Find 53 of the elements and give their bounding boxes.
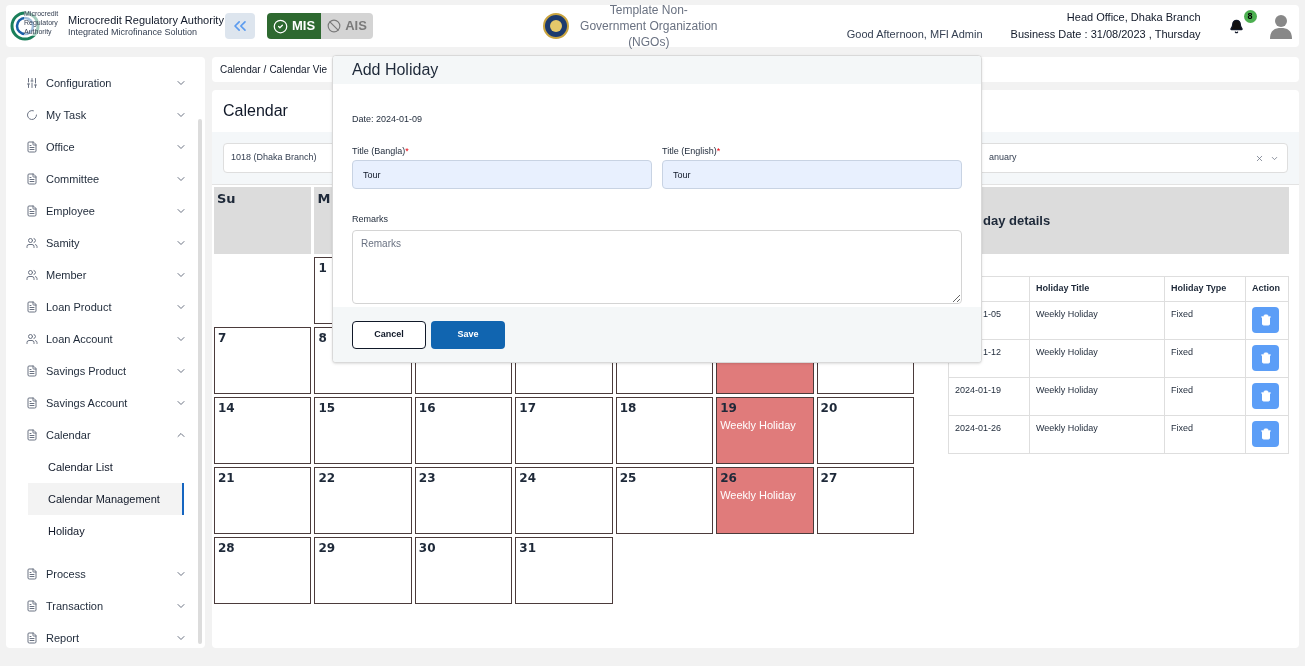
day-number: 1 [318, 260, 327, 277]
table-cell: 2024-01-26 [948, 415, 1030, 454]
day-number: 20 [820, 400, 838, 417]
day-number: 7 [218, 330, 227, 347]
column-header: Holiday Type [1164, 276, 1246, 302]
field-label: Remarks [352, 213, 389, 226]
date-text: Date: 2024-01-09 [352, 113, 424, 126]
table-cell: Weekly Holiday [1029, 339, 1165, 378]
table-cell: Weekly Holiday [1029, 415, 1165, 454]
day-number: 31 [519, 540, 536, 557]
weekday-header: M [317, 190, 331, 208]
day-number: 22 [318, 470, 336, 487]
table-cell: Weekly Holiday [1029, 377, 1165, 416]
day-number: 23 [418, 470, 436, 487]
table-cell: Weekly Holiday [1029, 301, 1165, 340]
table-cell: 2024-01-19 [948, 377, 1030, 416]
day-number: 15 [318, 400, 336, 417]
greeting: Good Afternoon, MFI Admin [846, 26, 983, 42]
day-number: 27 [820, 470, 838, 487]
field-label: Title (Bangla)* [352, 144, 410, 158]
day-number: 17 [519, 400, 536, 417]
column-header: Action [1245, 276, 1289, 302]
branch-name: Head Office, Dhaka Branch [1066, 10, 1201, 25]
day-number: 24 [519, 470, 536, 487]
day-number: 18 [619, 400, 637, 417]
holiday-label: Weekly Holiday [720, 418, 796, 433]
organization-name: Template Non-Government Organization (NGOs) [579, 2, 719, 50]
field-label: Title (English)* [662, 144, 722, 158]
day-number: 21 [218, 470, 235, 487]
page-title: Calendar [223, 101, 288, 121]
panel-title: day details [983, 211, 1051, 230]
day-number: 30 [418, 540, 436, 557]
day-number: 19 [720, 400, 737, 417]
day-number: 16 [418, 400, 436, 417]
org-name: Microcredit Regulatory Authority [68, 13, 224, 28]
business-date: Business Date : 31/08/2023 , Thursday [1010, 27, 1201, 42]
breadcrumb-item: / [263, 63, 267, 77]
column-header: Holiday Title [1029, 276, 1165, 302]
table-cell: Fixed [1164, 301, 1246, 340]
dialog-title: Add Holiday [352, 60, 439, 80]
day-number: 26 [720, 470, 737, 487]
table-cell: Fixed [1164, 377, 1246, 416]
day-number: 28 [218, 540, 235, 557]
holiday-label: Weekly Holiday [720, 488, 796, 503]
table-cell: Fixed [1164, 339, 1246, 378]
weekday-header: Su [217, 190, 236, 208]
day-number: 8 [318, 330, 327, 347]
org-subtitle: Integrated Microfinance Solution [68, 27, 199, 39]
day-number: 14 [218, 400, 235, 417]
table-cell: Fixed [1164, 415, 1246, 454]
day-number: 29 [318, 540, 336, 557]
day-number: 25 [619, 470, 637, 487]
notification-badge: 8 [1243, 10, 1257, 23]
